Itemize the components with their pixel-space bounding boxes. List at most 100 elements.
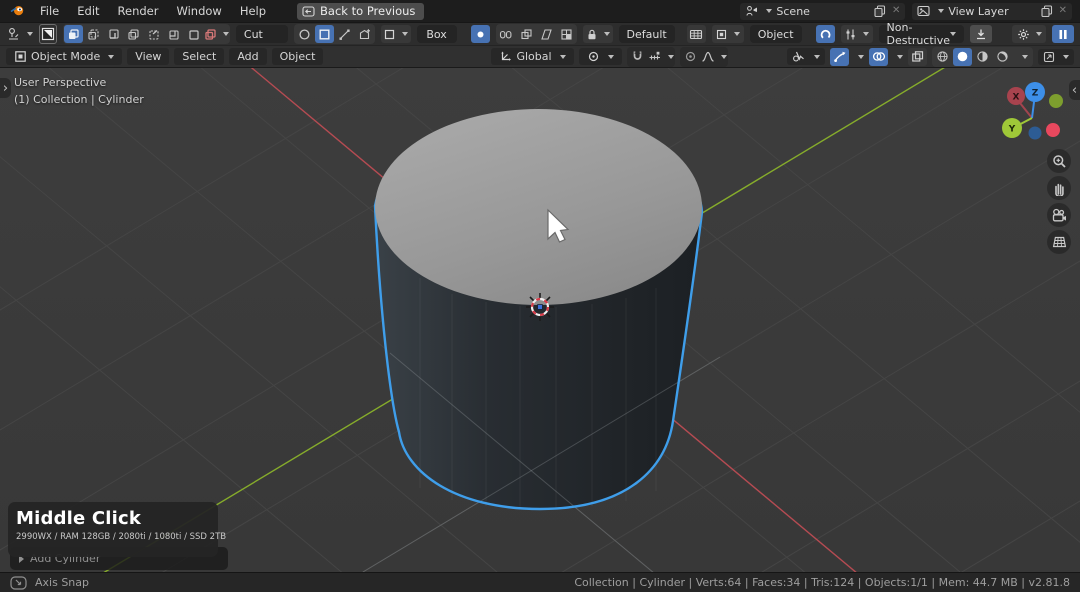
zoom-button[interactable] (1047, 149, 1071, 173)
menu-add[interactable]: Add (229, 48, 266, 65)
cutter-mode-cut-button[interactable] (64, 25, 83, 43)
behavior-field[interactable]: Default (619, 25, 675, 43)
remove-view-layer-icon[interactable]: ✕ (1057, 6, 1067, 16)
sidebar-expand-chevron[interactable]: ‹ (1069, 80, 1080, 100)
modifier-sliders-button[interactable] (841, 25, 873, 43)
show-gizmo-button[interactable] (830, 48, 849, 66)
view-layer-selector[interactable]: View Layer ✕ (912, 3, 1072, 20)
behavior-bevel-button[interactable] (537, 25, 556, 43)
shading-wireframe-button[interactable] (933, 48, 952, 66)
shape-circle-button[interactable] (295, 25, 314, 43)
show-gizmo-chevron[interactable] (858, 55, 864, 59)
cutter-mode-knife-button[interactable] (144, 25, 163, 43)
object-visibility-chevron[interactable] (814, 55, 820, 59)
mode-dropdown-chevron[interactable] (108, 55, 114, 59)
menu-select[interactable]: Select (174, 48, 224, 65)
camera-view-button[interactable] (1047, 203, 1071, 227)
apply-button[interactable] (970, 25, 992, 43)
show-overlays-button[interactable] (869, 48, 888, 66)
toolbar-expand-chevron[interactable]: › (0, 78, 11, 98)
modifier-sliders-chevron[interactable] (863, 32, 869, 36)
transform-orientation-dropdown[interactable]: Global (491, 48, 573, 65)
cutter-mode-extract-button[interactable] (164, 25, 183, 43)
editor-type-icon[interactable] (6, 25, 33, 43)
shape-custom-button[interactable] (355, 25, 374, 43)
hardops-helper-button[interactable] (816, 25, 835, 43)
back-to-previous-button[interactable]: Back to Previous (297, 3, 424, 20)
lock-dropdown-chevron[interactable] (604, 32, 610, 36)
settings-gear-button[interactable] (1012, 25, 1046, 43)
pause-button[interactable] (1052, 25, 1074, 43)
menu-file[interactable]: File (31, 2, 68, 20)
shading-options-dropdown[interactable] (1038, 49, 1074, 65)
shading-solid-button[interactable] (953, 48, 972, 66)
menu-view[interactable]: View (127, 48, 169, 65)
settings-gear-chevron[interactable] (1036, 32, 1042, 36)
behavior-array-button[interactable] (517, 25, 536, 43)
cutter-mode-slice-button[interactable] (84, 25, 103, 43)
shape-ngon-button[interactable] (335, 25, 354, 43)
cylinder-top-face[interactable] (375, 109, 702, 305)
shape-box-button[interactable] (315, 25, 334, 43)
menu-window[interactable]: Window (167, 2, 230, 20)
object-visibility-dropdown[interactable] (787, 48, 825, 65)
shading-rendered-button[interactable] (993, 48, 1012, 66)
pivot-point-chevron[interactable] (608, 55, 614, 59)
cutter-mode-make-button[interactable] (184, 25, 203, 43)
proportional-dot-button[interactable] (471, 25, 490, 43)
show-overlays-chevron[interactable] (897, 55, 903, 59)
scene-name[interactable]: Scene (776, 5, 870, 18)
unlink-scene-icon[interactable]: ✕ (890, 6, 900, 16)
scene-canvas[interactable] (0, 68, 1080, 572)
active-tool-button[interactable] (39, 24, 57, 44)
snap-target-dropdown[interactable] (648, 48, 674, 66)
shading-options-chevron[interactable] (1063, 55, 1069, 59)
orientation-chevron[interactable] (560, 55, 566, 59)
menu-edit[interactable]: Edit (68, 2, 108, 20)
menu-help[interactable]: Help (231, 2, 275, 20)
mode-select-chevron[interactable] (950, 32, 956, 36)
shape-field[interactable]: Box (417, 25, 457, 43)
menu-render[interactable]: Render (109, 2, 168, 20)
new-scene-icon[interactable] (874, 5, 886, 17)
gizmo-minus-y-axis[interactable] (1049, 94, 1063, 108)
shape-dropdown-chevron[interactable] (402, 32, 408, 36)
shading-chevron[interactable] (1022, 55, 1028, 59)
viewport-3d[interactable]: User Perspective (1) Collection | Cylind… (0, 68, 1080, 572)
cutter-mode-chevron[interactable] (223, 32, 229, 36)
behavior-mirror-button[interactable] (557, 25, 576, 43)
shading-material-button[interactable] (973, 48, 992, 66)
snap-target-chevron[interactable] (668, 55, 674, 59)
view-layer-browse-chevron[interactable] (938, 9, 944, 13)
falloff-chevron[interactable] (721, 55, 727, 59)
xray-toggle-button[interactable] (908, 48, 927, 66)
display-dropdown-button[interactable] (712, 25, 744, 43)
shape-dropdown-button[interactable] (381, 25, 411, 43)
editor-type-chevron[interactable] (27, 32, 33, 36)
snap-magnet-icon[interactable] (628, 48, 647, 66)
blender-logo-icon[interactable] (8, 2, 27, 20)
cut-mode-field[interactable]: Cut (236, 25, 288, 43)
display-dropdown-chevron[interactable] (734, 32, 740, 36)
view-layer-name[interactable]: View Layer (948, 5, 1036, 18)
proportional-edit-icon[interactable] (681, 48, 700, 66)
gizmo-minus-z-axis[interactable] (1029, 127, 1042, 140)
cutter-mode-inset-button[interactable] (104, 25, 123, 43)
behavior-solidify-button[interactable] (497, 25, 516, 43)
pan-hand-button[interactable] (1047, 176, 1071, 200)
pivot-field[interactable]: Object (750, 25, 802, 43)
lock-dropdown-button[interactable] (583, 25, 613, 43)
falloff-dropdown[interactable] (701, 48, 727, 66)
pivot-point-dropdown[interactable] (579, 48, 622, 65)
grid-display-button[interactable] (687, 25, 706, 43)
mode-select[interactable]: Non-Destructive (879, 25, 964, 43)
orthographic-toggle-button[interactable] (1047, 230, 1071, 254)
scene-browse-chevron[interactable] (766, 9, 772, 13)
shading-dropdown[interactable] (1013, 48, 1032, 66)
gizmo-minus-x-axis[interactable] (1046, 123, 1060, 137)
cutter-mode-join-button[interactable] (124, 25, 143, 43)
axis-gizmo[interactable]: X Z Y (998, 80, 1070, 146)
scene-selector[interactable]: Scene ✕ (740, 3, 905, 20)
add-view-layer-icon[interactable] (1041, 5, 1053, 17)
menu-object[interactable]: Object (272, 48, 324, 65)
